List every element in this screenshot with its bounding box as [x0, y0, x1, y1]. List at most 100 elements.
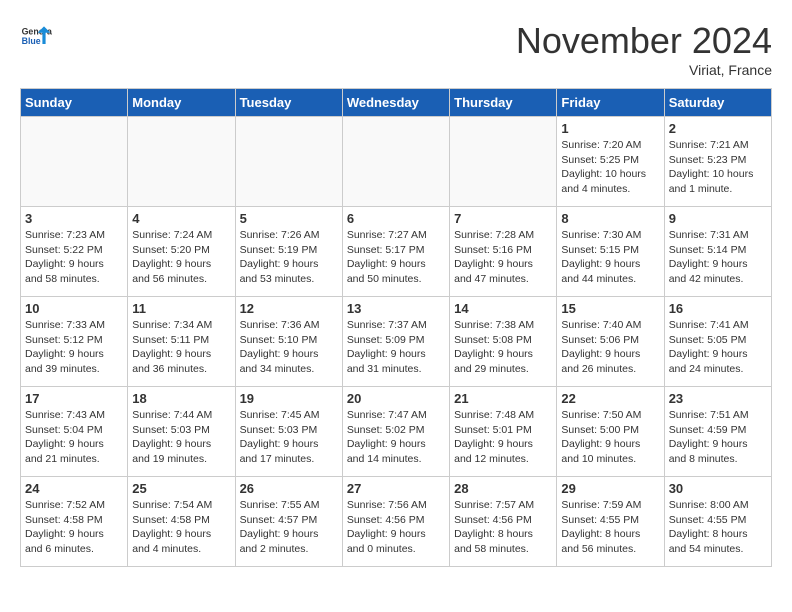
- day-number: 18: [132, 391, 230, 406]
- day-info: Sunrise: 7:41 AM Sunset: 5:05 PM Dayligh…: [669, 318, 767, 377]
- calendar-header: SundayMondayTuesdayWednesdayThursdayFrid…: [21, 89, 772, 117]
- calendar-cell: 18 Sunrise: 7:44 AM Sunset: 5:03 PM Dayli…: [128, 387, 235, 477]
- day-number: 15: [561, 301, 659, 316]
- day-info: Sunrise: 7:47 AM Sunset: 5:02 PM Dayligh…: [347, 408, 445, 467]
- calendar-cell: 29 Sunrise: 7:59 AM Sunset: 4:55 PM Dayli…: [557, 477, 664, 567]
- day-info: Sunrise: 7:28 AM Sunset: 5:16 PM Dayligh…: [454, 228, 552, 287]
- day-info: Sunrise: 7:44 AM Sunset: 5:03 PM Dayligh…: [132, 408, 230, 467]
- calendar-cell: 28 Sunrise: 7:57 AM Sunset: 4:56 PM Dayli…: [450, 477, 557, 567]
- day-info: Sunrise: 7:45 AM Sunset: 5:03 PM Dayligh…: [240, 408, 338, 467]
- day-number: 5: [240, 211, 338, 226]
- day-info: Sunrise: 7:30 AM Sunset: 5:15 PM Dayligh…: [561, 228, 659, 287]
- day-info: Sunrise: 7:50 AM Sunset: 5:00 PM Dayligh…: [561, 408, 659, 467]
- calendar-cell: 4Sunrise: 7:24 AM Sunset: 5:20 PM Daylig…: [128, 207, 235, 297]
- calendar-cell: 17Sunrise: 7:43 AM Sunset: 5:04 PM Dayli…: [21, 387, 128, 477]
- month-title: November 2024: [516, 20, 772, 62]
- logo-icon: General Blue: [20, 20, 52, 52]
- calendar-cell: 5 Sunrise: 7:26 AM Sunset: 5:19 PM Daylig…: [235, 207, 342, 297]
- day-info: Sunrise: 7:24 AM Sunset: 5:20 PM Dayligh…: [132, 228, 230, 287]
- day-info: Sunrise: 8:00 AM Sunset: 4:55 PM Dayligh…: [669, 498, 767, 557]
- calendar-cell: [342, 117, 449, 207]
- day-number: 7: [454, 211, 552, 226]
- day-number: 6: [347, 211, 445, 226]
- day-number: 2: [669, 121, 767, 136]
- svg-text:Blue: Blue: [22, 36, 41, 46]
- calendar-cell: 11 Sunrise: 7:34 AM Sunset: 5:11 PM Dayli…: [128, 297, 235, 387]
- day-info: Sunrise: 7:27 AM Sunset: 5:17 PM Dayligh…: [347, 228, 445, 287]
- calendar-cell: 3 Sunrise: 7:23 AM Sunset: 5:22 PM Daylig…: [21, 207, 128, 297]
- weekday-header: Thursday: [450, 89, 557, 117]
- calendar-cell: [235, 117, 342, 207]
- day-info: Sunrise: 7:54 AM Sunset: 4:58 PM Dayligh…: [132, 498, 230, 557]
- day-number: 24: [25, 481, 123, 496]
- location: Viriat, France: [516, 62, 772, 78]
- day-number: 3: [25, 211, 123, 226]
- calendar-cell: 20 Sunrise: 7:47 AM Sunset: 5:02 PM Dayli…: [342, 387, 449, 477]
- day-number: 16: [669, 301, 767, 316]
- day-info: Sunrise: 7:38 AM Sunset: 5:08 PM Dayligh…: [454, 318, 552, 377]
- day-number: 8: [561, 211, 659, 226]
- day-number: 10: [25, 301, 123, 316]
- day-info: Sunrise: 7:43 AM Sunset: 5:04 PM Dayligh…: [25, 408, 123, 467]
- calendar-cell: 9 Sunrise: 7:31 AM Sunset: 5:14 PM Daylig…: [664, 207, 771, 297]
- day-info: Sunrise: 7:55 AM Sunset: 4:57 PM Dayligh…: [240, 498, 338, 557]
- day-info: Sunrise: 7:36 AM Sunset: 5:10 PM Dayligh…: [240, 318, 338, 377]
- calendar-cell: 6 Sunrise: 7:27 AM Sunset: 5:17 PM Daylig…: [342, 207, 449, 297]
- calendar-cell: [450, 117, 557, 207]
- calendar-cell: 7 Sunrise: 7:28 AM Sunset: 5:16 PM Daylig…: [450, 207, 557, 297]
- title-area: November 2024 Viriat, France: [516, 20, 772, 78]
- calendar-cell: 24 Sunrise: 7:52 AM Sunset: 4:58 PM Dayli…: [21, 477, 128, 567]
- day-info: Sunrise: 7:23 AM Sunset: 5:22 PM Dayligh…: [25, 228, 123, 287]
- day-number: 30: [669, 481, 767, 496]
- calendar-cell: 22 Sunrise: 7:50 AM Sunset: 5:00 PM Dayli…: [557, 387, 664, 477]
- calendar-week-row: 17Sunrise: 7:43 AM Sunset: 5:04 PM Dayli…: [21, 387, 772, 477]
- day-info: Sunrise: 7:33 AM Sunset: 5:12 PM Dayligh…: [25, 318, 123, 377]
- day-info: Sunrise: 7:57 AM Sunset: 4:56 PM Dayligh…: [454, 498, 552, 557]
- calendar-week-row: 24 Sunrise: 7:52 AM Sunset: 4:58 PM Dayli…: [21, 477, 772, 567]
- day-info: Sunrise: 7:56 AM Sunset: 4:56 PM Dayligh…: [347, 498, 445, 557]
- calendar-cell: [21, 117, 128, 207]
- day-number: 20: [347, 391, 445, 406]
- day-info: Sunrise: 7:51 AM Sunset: 4:59 PM Dayligh…: [669, 408, 767, 467]
- calendar-cell: 19 Sunrise: 7:45 AM Sunset: 5:03 PM Dayli…: [235, 387, 342, 477]
- calendar-cell: 2 Sunrise: 7:21 AM Sunset: 5:23 PM Daylig…: [664, 117, 771, 207]
- calendar-cell: 15 Sunrise: 7:40 AM Sunset: 5:06 PM Dayli…: [557, 297, 664, 387]
- calendar-cell: 14Sunrise: 7:38 AM Sunset: 5:08 PM Dayli…: [450, 297, 557, 387]
- day-info: Sunrise: 7:20 AM Sunset: 5:25 PM Dayligh…: [561, 138, 659, 197]
- calendar-cell: 23 Sunrise: 7:51 AM Sunset: 4:59 PM Dayli…: [664, 387, 771, 477]
- weekday-header: Wednesday: [342, 89, 449, 117]
- day-number: 19: [240, 391, 338, 406]
- day-info: Sunrise: 7:37 AM Sunset: 5:09 PM Dayligh…: [347, 318, 445, 377]
- calendar-week-row: 3 Sunrise: 7:23 AM Sunset: 5:22 PM Daylig…: [21, 207, 772, 297]
- day-number: 22: [561, 391, 659, 406]
- day-info: Sunrise: 7:52 AM Sunset: 4:58 PM Dayligh…: [25, 498, 123, 557]
- day-number: 25: [132, 481, 230, 496]
- calendar-week-row: 10 Sunrise: 7:33 AM Sunset: 5:12 PM Dayli…: [21, 297, 772, 387]
- day-info: Sunrise: 7:34 AM Sunset: 5:11 PM Dayligh…: [132, 318, 230, 377]
- day-number: 12: [240, 301, 338, 316]
- day-number: 27: [347, 481, 445, 496]
- day-number: 28: [454, 481, 552, 496]
- day-number: 13: [347, 301, 445, 316]
- weekday-header: Friday: [557, 89, 664, 117]
- day-number: 23: [669, 391, 767, 406]
- calendar-cell: 30 Sunrise: 8:00 AM Sunset: 4:55 PM Dayli…: [664, 477, 771, 567]
- day-number: 9: [669, 211, 767, 226]
- weekday-header: Monday: [128, 89, 235, 117]
- day-info: Sunrise: 7:26 AM Sunset: 5:19 PM Dayligh…: [240, 228, 338, 287]
- calendar-cell: [128, 117, 235, 207]
- day-info: Sunrise: 7:40 AM Sunset: 5:06 PM Dayligh…: [561, 318, 659, 377]
- calendar-cell: 21Sunrise: 7:48 AM Sunset: 5:01 PM Dayli…: [450, 387, 557, 477]
- day-info: Sunrise: 7:21 AM Sunset: 5:23 PM Dayligh…: [669, 138, 767, 197]
- day-number: 29: [561, 481, 659, 496]
- weekday-header: Tuesday: [235, 89, 342, 117]
- day-number: 11: [132, 301, 230, 316]
- day-info: Sunrise: 7:59 AM Sunset: 4:55 PM Dayligh…: [561, 498, 659, 557]
- calendar-cell: 25 Sunrise: 7:54 AM Sunset: 4:58 PM Dayli…: [128, 477, 235, 567]
- day-info: Sunrise: 7:31 AM Sunset: 5:14 PM Dayligh…: [669, 228, 767, 287]
- calendar-cell: 16 Sunrise: 7:41 AM Sunset: 5:05 PM Dayli…: [664, 297, 771, 387]
- calendar-week-row: 1Sunrise: 7:20 AM Sunset: 5:25 PM Daylig…: [21, 117, 772, 207]
- weekday-header: Saturday: [664, 89, 771, 117]
- day-info: Sunrise: 7:48 AM Sunset: 5:01 PM Dayligh…: [454, 408, 552, 467]
- calendar-cell: 1Sunrise: 7:20 AM Sunset: 5:25 PM Daylig…: [557, 117, 664, 207]
